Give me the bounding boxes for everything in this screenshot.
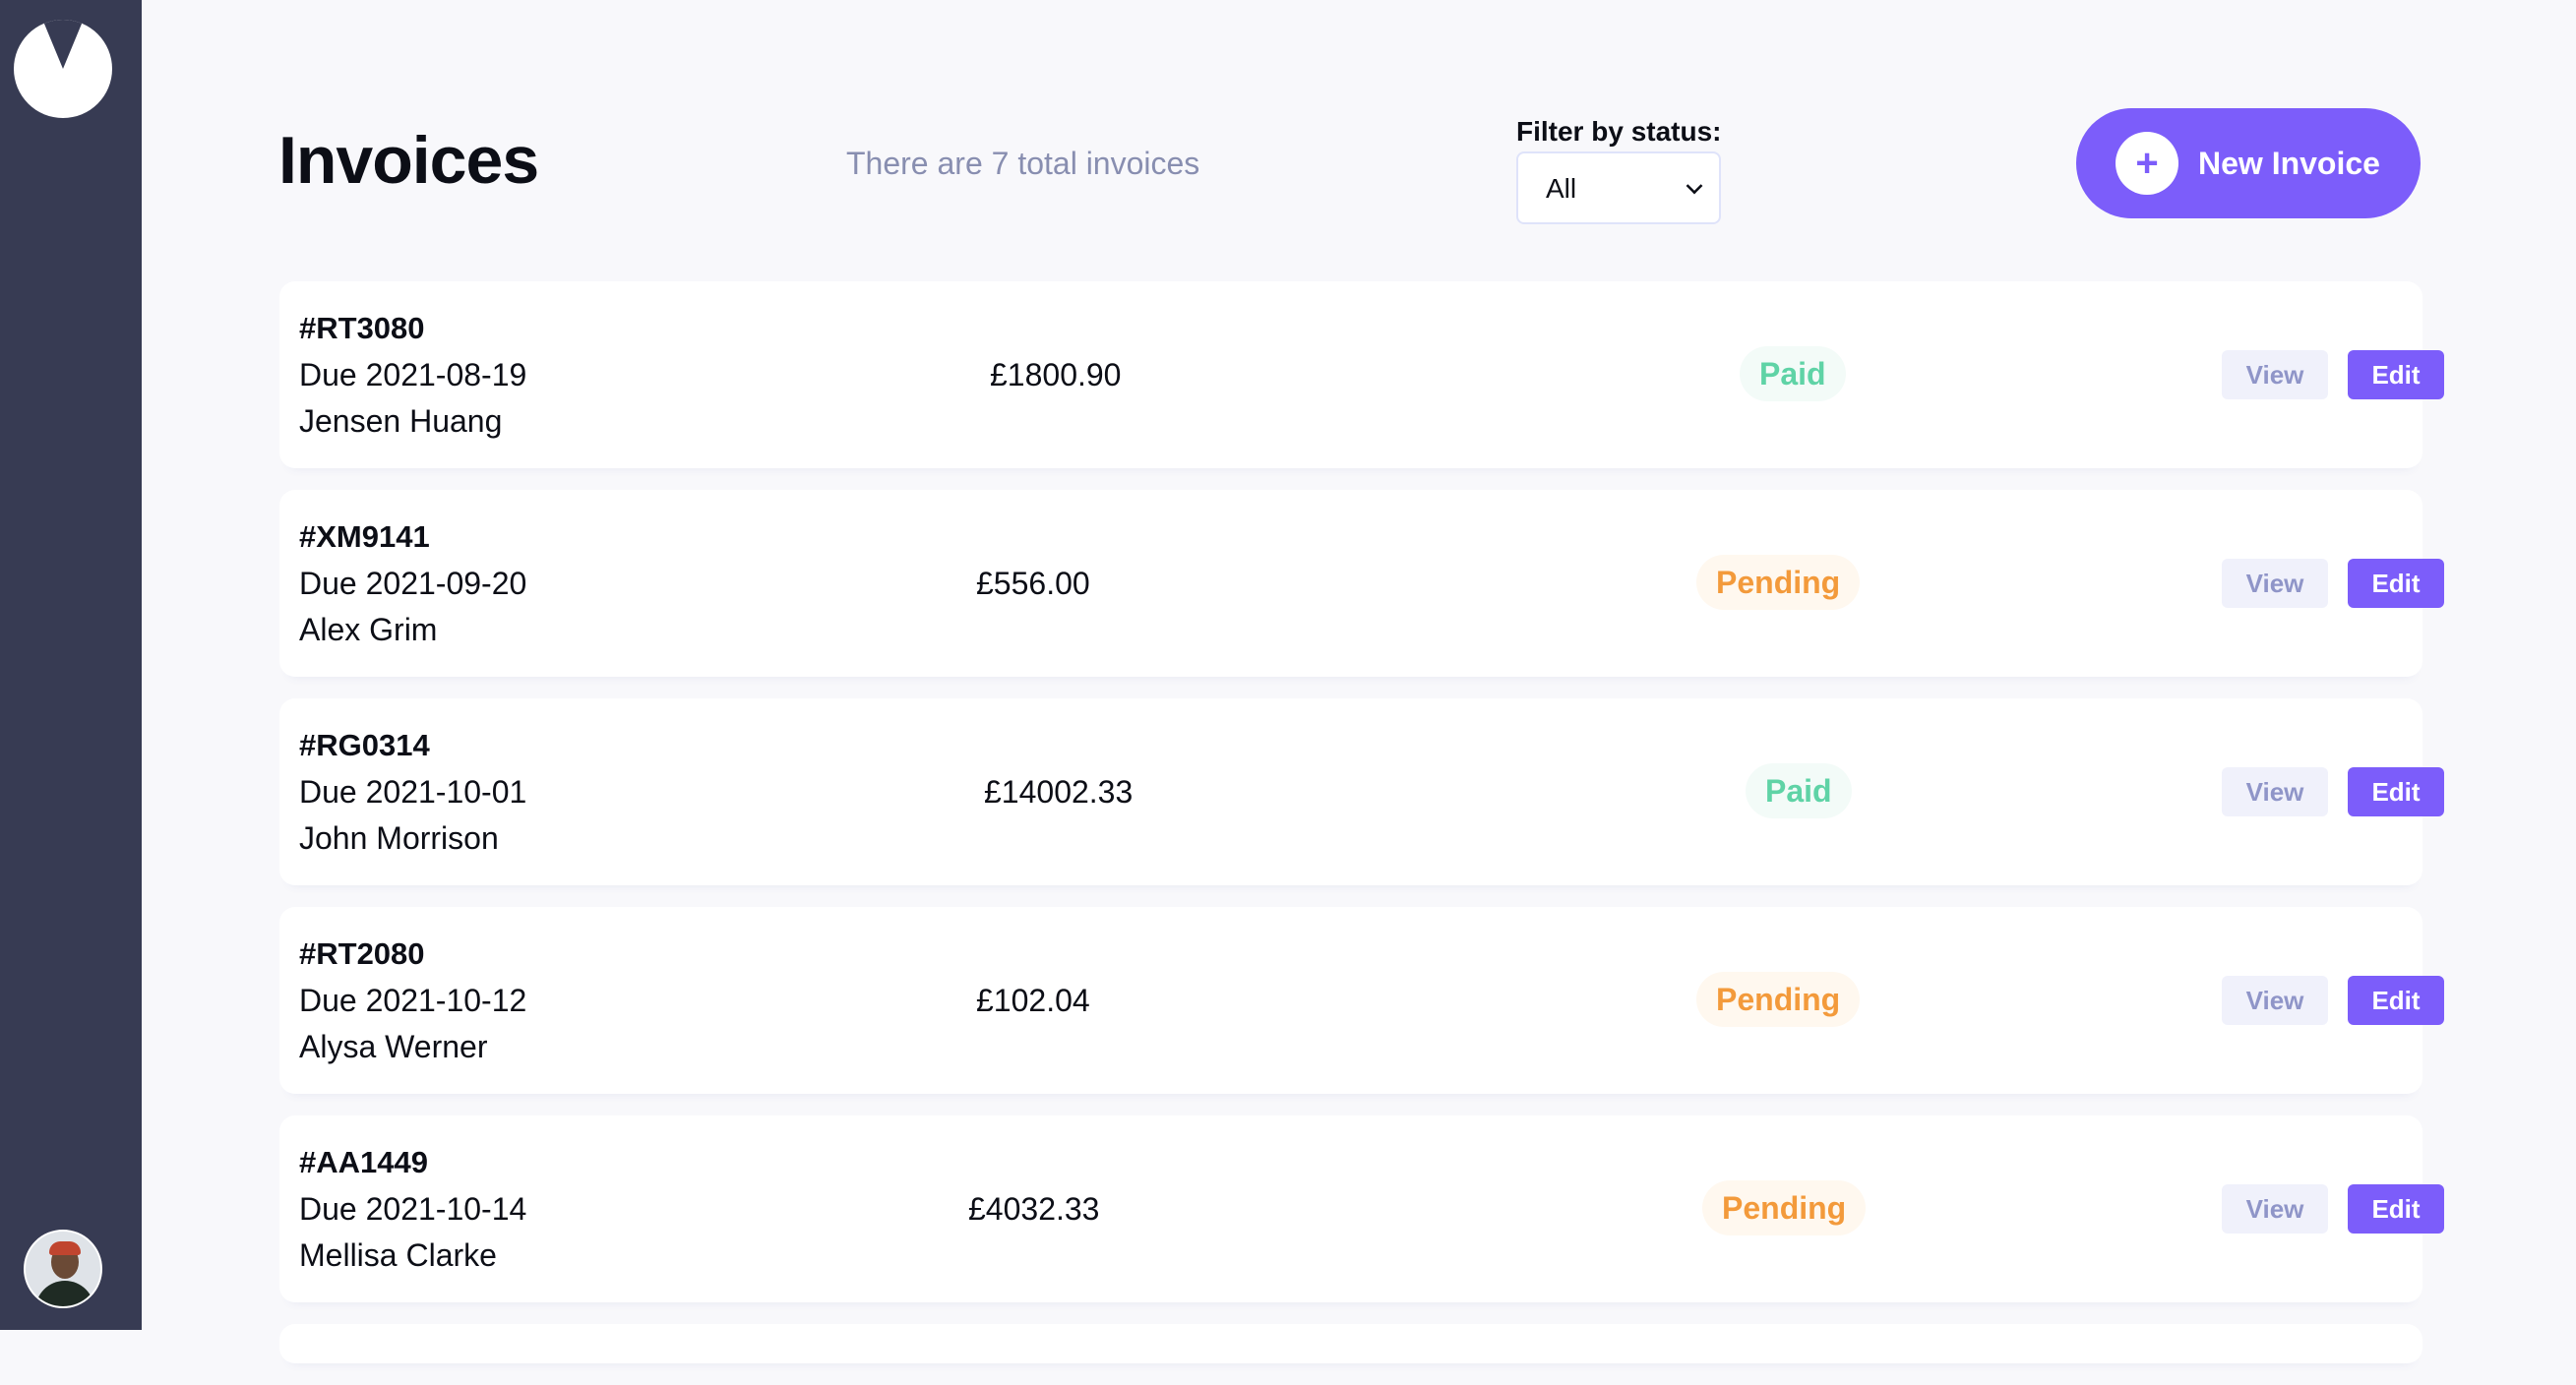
status-filter-select[interactable]: All xyxy=(1516,151,1721,224)
invoice-amount: £1800.90 xyxy=(990,357,1122,392)
invoice-client: Alex Grim xyxy=(299,612,438,647)
status-badge: Paid xyxy=(1740,346,1846,401)
view-button[interactable]: View xyxy=(2222,976,2328,1025)
new-invoice-button[interactable]: + New Invoice xyxy=(2076,108,2421,218)
invoice-id: #XM9141 xyxy=(299,519,430,554)
invoice-id: #RT3080 xyxy=(299,311,425,345)
view-button[interactable]: View xyxy=(2222,767,2328,816)
plus-icon: + xyxy=(2116,132,2178,195)
invoice-due-date: Due 2021-09-20 xyxy=(299,566,527,601)
invoice-row[interactable]: #RT2080 Due 2021-10-12 Alysa Werner £102… xyxy=(279,907,2444,1094)
invoice-row[interactable]: #XM9141 Due 2021-09-20 Alex Grim £556.00… xyxy=(279,490,2444,677)
invoice-row[interactable]: #AA1449 Due 2021-10-14 Mellisa Clarke £4… xyxy=(279,1115,2444,1302)
edit-button[interactable]: Edit xyxy=(2348,767,2444,816)
invoice-id: #AA1449 xyxy=(299,1145,428,1179)
status-badge: Pending xyxy=(1702,1180,1867,1235)
edit-button[interactable]: Edit xyxy=(2348,350,2444,399)
status-filter: Filter by status: All xyxy=(1516,116,1723,224)
logo-icon[interactable] xyxy=(14,20,112,118)
chevron-down-icon xyxy=(1686,177,1703,195)
invoice-amount: £556.00 xyxy=(976,566,1090,601)
invoice-id: #RG0314 xyxy=(299,728,430,762)
status-badge: Pending xyxy=(1696,555,1861,610)
view-button[interactable]: View xyxy=(2222,559,2328,608)
user-avatar[interactable] xyxy=(24,1230,102,1308)
edit-button[interactable]: Edit xyxy=(2348,559,2444,608)
filter-selected-value: All xyxy=(1546,173,1577,204)
status-badge: Paid xyxy=(1746,763,1852,818)
filter-label: Filter by status: xyxy=(1516,116,1722,147)
sidebar xyxy=(0,0,142,1330)
invoice-client: Mellisa Clarke xyxy=(299,1237,497,1273)
invoice-row[interactable]: #RT3080 Due 2021-08-19 Jensen Huang £180… xyxy=(279,281,2444,468)
view-button[interactable]: View xyxy=(2222,350,2328,399)
invoice-client: Alysa Werner xyxy=(299,1029,488,1064)
invoice-amount: £14002.33 xyxy=(984,774,1134,810)
invoice-amount: £102.04 xyxy=(976,983,1090,1018)
invoice-row[interactable]: #RG0314 Due 2021-10-01 John Morrison £14… xyxy=(279,698,2444,885)
main-content: Invoices There are 7 total invoices Filt… xyxy=(142,0,2576,1363)
invoice-due-date: Due 2021-08-19 xyxy=(299,357,527,392)
edit-button[interactable]: Edit xyxy=(2348,976,2444,1025)
invoice-amount: £4032.33 xyxy=(968,1191,1100,1227)
invoice-client: John Morrison xyxy=(299,820,499,856)
invoice-due-date: Due 2021-10-01 xyxy=(299,774,527,810)
invoice-row-partial[interactable] xyxy=(279,1324,2423,1363)
invoice-due-date: Due 2021-10-14 xyxy=(299,1191,527,1227)
invoice-list: #RT3080 Due 2021-08-19 Jensen Huang £180… xyxy=(279,281,2444,1385)
status-badge: Pending xyxy=(1696,972,1861,1027)
new-invoice-label: New Invoice xyxy=(2198,145,2380,181)
invoice-due-date: Due 2021-10-12 xyxy=(299,983,527,1018)
invoice-id: #RT2080 xyxy=(299,936,425,971)
edit-button[interactable]: Edit xyxy=(2348,1184,2444,1234)
invoice-client: Jensen Huang xyxy=(299,403,503,439)
page-title: Invoices xyxy=(278,123,539,198)
invoice-count-text: There are 7 total invoices xyxy=(846,146,1200,181)
view-button[interactable]: View xyxy=(2222,1184,2328,1234)
